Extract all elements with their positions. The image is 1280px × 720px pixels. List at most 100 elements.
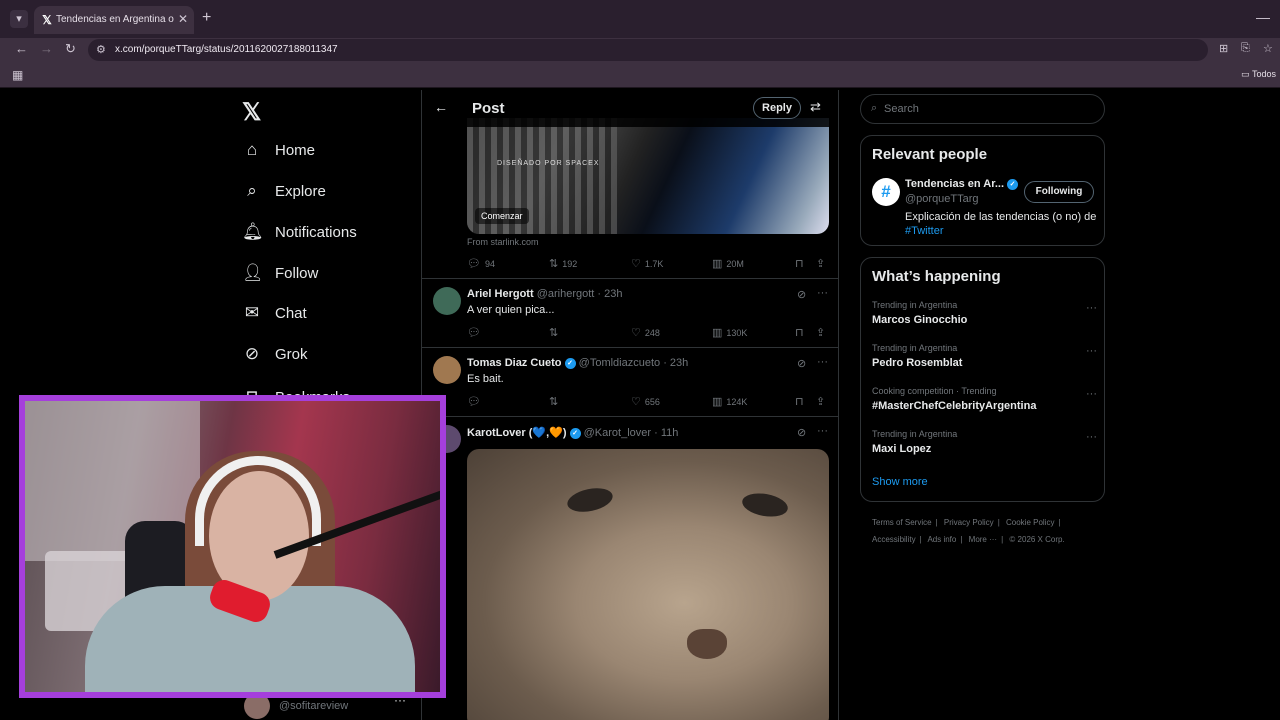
card-cta-button[interactable]: Comenzar xyxy=(475,208,529,224)
minimize-window-icon[interactable]: — xyxy=(1256,9,1270,25)
ads-info-link[interactable]: Ads info xyxy=(927,535,956,544)
share-action[interactable]: ⇪ xyxy=(816,326,825,339)
all-bookmarks-label: Todos xyxy=(1251,69,1276,79)
relevant-person-handle[interactable]: @porqueTTarg xyxy=(905,193,979,205)
show-more-link[interactable]: Show more xyxy=(872,476,928,488)
apps-grid-icon[interactable]: ▦ xyxy=(12,68,23,82)
reply-bubble-icon: 💬︎ xyxy=(467,258,481,270)
separator: | xyxy=(1058,518,1061,527)
browser-tab[interactable]: 𝕏 Tendencias en Argentina on X: " ✕ xyxy=(34,6,194,34)
bookmark-action[interactable]: ⊓ xyxy=(795,395,804,408)
card-source[interactable]: From starlink.com xyxy=(467,237,539,247)
nav-grok[interactable]: ⊘ Grok xyxy=(242,339,308,369)
search-box[interactable]: ⌕ xyxy=(860,94,1105,124)
webcam-overlay xyxy=(19,395,446,698)
account-handle[interactable]: @sofitareview xyxy=(279,700,348,712)
more-dots-icon[interactable]: ··· xyxy=(1086,345,1097,357)
privacy-link[interactable]: Privacy Policy xyxy=(944,518,994,527)
nav-chat[interactable]: ✉ Chat xyxy=(242,298,307,328)
bio-hashtag-link[interactable]: #Twitter xyxy=(905,225,944,237)
translate-icon[interactable]: ⊞ xyxy=(1219,42,1228,55)
following-button[interactable]: Following xyxy=(1024,181,1094,203)
view-count: 130K xyxy=(726,327,748,338)
back-arrow-icon[interactable]: ← xyxy=(434,99,448,115)
reply-action[interactable]: 💬︎ 94 xyxy=(467,257,495,270)
hashtag-avatar-icon[interactable]: # xyxy=(872,178,900,206)
x-logo-icon[interactable]: 𝕏 xyxy=(242,98,261,127)
relevant-people-panel: Relevant people # Tendencias en Ar... ✓ … xyxy=(860,135,1105,246)
reply-author[interactable]: KarotLover (💙,🧡) ✓ @Karot_lover · 11h xyxy=(467,426,678,439)
trend-item[interactable]: Trending in Argentina Marcos Ginocchio ·… xyxy=(872,300,1097,334)
avatar[interactable] xyxy=(433,287,461,315)
trend-name: Maxi Lopez xyxy=(872,443,932,455)
more-dots-icon[interactable]: ··· xyxy=(817,425,828,437)
more-link[interactable]: More ··· xyxy=(969,535,997,544)
views-action[interactable]: ▥ 20M xyxy=(712,257,744,270)
new-tab-plus-icon[interactable]: + xyxy=(202,9,211,27)
separator: | xyxy=(997,518,1000,527)
cast-icon[interactable]: ⎘ xyxy=(1241,42,1250,55)
nav-notifications[interactable]: 🔔︎ Notifications xyxy=(242,217,357,247)
reload-icon[interactable]: ↻ xyxy=(65,41,76,57)
more-dots-icon[interactable]: ··· xyxy=(817,356,828,368)
bookmark-action[interactable]: ⊓ xyxy=(795,326,804,339)
repost-action[interactable]: ⇅ xyxy=(549,326,558,339)
trend-item[interactable]: Trending in Argentina Maxi Lopez ··· xyxy=(872,429,1097,463)
trend-item[interactable]: Cooking competition · Trending #MasterCh… xyxy=(872,386,1097,420)
repost-icon: ⇅ xyxy=(549,396,559,408)
views-action[interactable]: ▥ 124K xyxy=(712,395,747,408)
reply-author[interactable]: Tomas Diaz Cueto ✓ @Tomldiazcueto · 23h xyxy=(467,357,688,369)
search-input[interactable] xyxy=(884,101,1084,117)
nav-home[interactable]: ⌂ Home xyxy=(242,135,315,165)
reply-media-cat-image[interactable] xyxy=(467,449,829,720)
terms-link[interactable]: Terms of Service xyxy=(872,518,932,527)
more-dots-icon[interactable]: ··· xyxy=(817,287,828,299)
grok-icon[interactable]: ⊘ xyxy=(797,426,806,439)
url-text[interactable]: x.com/porqueTTarg/status/201162002718801… xyxy=(115,44,338,55)
share-action[interactable]: ⇪ xyxy=(816,395,825,408)
trend-name: Pedro Rosemblat xyxy=(872,357,963,369)
more-dots-icon[interactable]: ··· xyxy=(1086,388,1097,400)
bookmark-action[interactable]: ⊓ xyxy=(795,257,804,270)
link-card-image[interactable]: DISEÑADO POR SPACEX Comenzar xyxy=(467,118,829,234)
relevant-person[interactable]: Tendencias en Ar... ✓ xyxy=(905,178,1019,190)
all-bookmarks-folder[interactable]: ▭ Todos xyxy=(1241,69,1276,80)
filter-sliders-icon[interactable]: ⇄ xyxy=(810,99,821,115)
reply-author[interactable]: Ariel Hergott @arihergott · 23h xyxy=(467,288,622,300)
more-dots-icon[interactable]: ··· xyxy=(1086,431,1097,443)
trend-item[interactable]: Trending in Argentina Pedro Rosemblat ··… xyxy=(872,343,1097,377)
grok-icon[interactable]: ⊘ xyxy=(797,357,806,370)
repost-action[interactable]: ⇅ xyxy=(549,395,558,408)
accessibility-link[interactable]: Accessibility xyxy=(872,535,916,544)
share-action[interactable]: ⇪ xyxy=(816,257,825,270)
cookie-link[interactable]: Cookie Policy xyxy=(1006,518,1054,527)
nav-follow[interactable]: 👤︎ Follow xyxy=(242,258,318,288)
bar-chart-icon: ▥ xyxy=(712,396,723,408)
trend-context: Trending in Argentina xyxy=(872,429,958,439)
cat-nose xyxy=(687,629,727,659)
reply-action[interactable]: 💬︎ xyxy=(467,326,481,339)
card-brand-text: DISEÑADO POR SPACEX xyxy=(497,160,600,167)
like-action[interactable]: ♡ 656 xyxy=(631,395,660,408)
avatar[interactable] xyxy=(433,356,461,384)
reply-action[interactable]: 💬︎ xyxy=(467,395,481,408)
views-action[interactable]: ▥ 130K xyxy=(712,326,747,339)
close-tab-icon[interactable]: ✕ xyxy=(178,12,188,26)
forward-arrow-icon[interactable]: → xyxy=(40,41,53,56)
bookmark-star-icon[interactable]: ☆ xyxy=(1263,42,1273,55)
reply-item[interactable]: Tomas Diaz Cueto ✓ @Tomldiazcueto · 23h … xyxy=(422,348,838,416)
nav-explore[interactable]: ⌕ Explore xyxy=(242,176,326,206)
more-dots-icon[interactable]: ··· xyxy=(1086,302,1097,314)
back-arrow-icon[interactable]: ← xyxy=(15,41,28,56)
reply-button[interactable]: Reply xyxy=(753,97,801,119)
site-info-icon[interactable]: ⚙ xyxy=(96,43,106,56)
repost-action[interactable]: ⇅ 192 xyxy=(549,257,577,270)
tab-list-chevron-icon[interactable]: ▾ xyxy=(10,10,28,28)
grok-icon[interactable]: ⊘ xyxy=(797,288,806,301)
reply-item[interactable]: Ariel Hergott @arihergott · 23h ⊘ ··· A … xyxy=(422,279,838,347)
share-icon: ⇪ xyxy=(816,396,826,408)
bar-chart-icon: ▥ xyxy=(712,258,723,270)
like-action[interactable]: ♡ 1.7K xyxy=(631,257,663,270)
like-action[interactable]: ♡ 248 xyxy=(631,326,660,339)
address-bar[interactable]: ⚙ x.com/porqueTTarg/status/2011620027188… xyxy=(88,39,1208,61)
